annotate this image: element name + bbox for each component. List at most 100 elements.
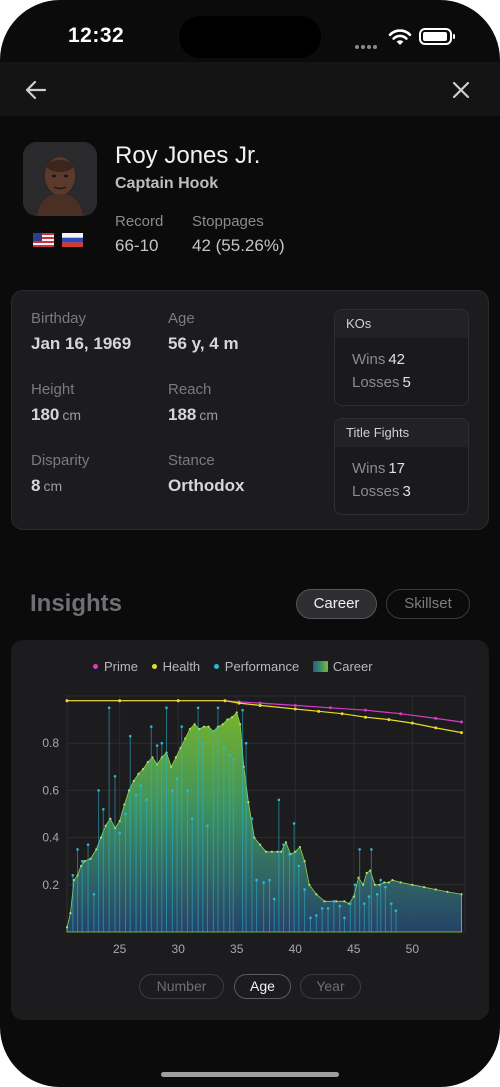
kos-title: KOs <box>335 310 468 338</box>
career-point <box>335 900 338 903</box>
career-point <box>411 883 414 886</box>
health-point <box>387 718 391 722</box>
performance-point <box>297 864 301 868</box>
title-fights-box: Title Fights Wins 17 Losses 3 <box>334 418 469 515</box>
prime-point <box>364 708 367 712</box>
career-point <box>303 860 306 863</box>
status-bar: 12:32 <box>0 0 500 70</box>
career-point <box>170 765 173 768</box>
x-tick-label: 25 <box>113 942 127 956</box>
career-point <box>308 883 311 886</box>
navigation-bar <box>0 62 500 116</box>
career-point <box>373 883 376 886</box>
health-line <box>67 700 462 734</box>
x-mode-number[interactable]: Number <box>139 974 224 999</box>
performance-point <box>244 741 248 745</box>
tab-career[interactable]: Career <box>296 589 377 619</box>
career-point <box>193 723 196 726</box>
career-point <box>123 803 126 806</box>
performance-point <box>241 708 244 712</box>
nationality-flags <box>33 233 91 251</box>
health-point <box>340 712 344 716</box>
height-label: Height <box>31 381 75 398</box>
performance-point <box>277 798 281 802</box>
reach-label: Reach <box>168 381 212 398</box>
performance-point <box>394 909 398 913</box>
health-point <box>293 707 297 711</box>
performance-point <box>255 878 258 882</box>
health-point <box>258 703 262 707</box>
career-point <box>226 718 229 721</box>
career-point <box>391 878 394 882</box>
disparity-label: Disparity <box>31 452 90 469</box>
close-icon[interactable] <box>447 76 475 104</box>
career-point <box>264 850 268 853</box>
reach-value: 188 cm <box>168 405 219 424</box>
cellular-signal-icon <box>355 36 379 54</box>
career-point <box>387 881 391 884</box>
performance-point <box>92 892 96 896</box>
career-point <box>137 772 140 775</box>
career-point <box>202 725 206 728</box>
performance-point <box>231 758 235 762</box>
x-mode-age[interactable]: Age <box>234 974 291 999</box>
performance-point <box>124 812 127 816</box>
career-point <box>83 860 86 863</box>
career-point <box>65 926 69 929</box>
age-value: 56 y, 4 m <box>168 334 239 353</box>
title-fights-losses: Losses 3 <box>352 483 411 500</box>
kos-losses: Losses 5 <box>352 374 411 391</box>
career-point <box>141 768 145 771</box>
record-value: 66-10 <box>115 236 159 255</box>
birthday-label: Birthday <box>31 310 87 327</box>
performance-point <box>201 741 205 745</box>
performance-point <box>320 907 324 910</box>
career-point <box>298 845 302 849</box>
career-point <box>174 756 177 759</box>
performance-point <box>216 706 220 710</box>
health-point <box>459 731 463 735</box>
arrow-left-icon[interactable] <box>22 76 50 104</box>
x-mode-year[interactable]: Year <box>300 974 361 999</box>
performance-point <box>101 807 105 811</box>
age-label: Age <box>168 310 195 327</box>
career-point <box>221 723 224 726</box>
performance-point <box>118 831 121 835</box>
home-indicator[interactable] <box>161 1072 339 1077</box>
performance-point <box>80 859 84 863</box>
performance-point <box>139 784 143 787</box>
y-tick-label: 0.8 <box>42 736 59 750</box>
x-tick-label: 40 <box>289 942 303 956</box>
career-point <box>383 881 386 884</box>
stance-value: Orthodox <box>168 476 245 495</box>
performance-point <box>332 900 336 903</box>
career-point <box>69 912 72 915</box>
birthday-value: Jan 16, 1969 <box>31 334 132 353</box>
kos-box: KOs Wins 42 Losses 5 <box>334 309 469 406</box>
wifi-icon <box>388 29 412 45</box>
performance-point <box>315 914 318 917</box>
performance-point <box>107 706 111 710</box>
x-tick-label: 35 <box>230 942 244 956</box>
health-point <box>223 699 227 703</box>
career-point <box>259 843 262 846</box>
career-point <box>207 725 210 728</box>
dynamic-island <box>179 16 321 58</box>
fighter-header: Roy Jones Jr. Captain Hook Record 66-10 … <box>23 142 483 262</box>
career-point <box>315 893 318 896</box>
career-point <box>184 737 187 740</box>
career-point <box>446 890 449 893</box>
performance-point <box>155 744 159 747</box>
performance-point <box>228 753 232 757</box>
performance-point <box>282 843 285 846</box>
tab-skillset[interactable]: Skillset <box>386 589 470 619</box>
performance-point <box>145 798 148 802</box>
performance-point <box>250 817 254 821</box>
performance-point <box>288 852 291 856</box>
health-point <box>65 699 69 703</box>
performance-point <box>303 888 306 891</box>
performance-point <box>113 774 117 778</box>
prime-point <box>399 712 403 716</box>
career-point <box>460 893 463 896</box>
prime-point <box>434 716 438 720</box>
